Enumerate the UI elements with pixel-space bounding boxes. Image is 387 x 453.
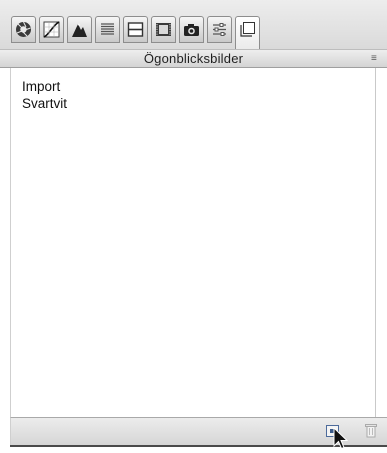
mountain-icon	[72, 23, 87, 37]
divider	[10, 445, 387, 447]
snapshot-item-import[interactable]: Import	[11, 78, 375, 95]
snapshot-item-svartvit[interactable]: Svartvit	[11, 95, 375, 112]
tab-aperture[interactable]	[11, 16, 36, 43]
tab-lens[interactable]	[151, 16, 176, 43]
tab-histogram[interactable]	[67, 16, 92, 43]
trash-icon[interactable]	[365, 423, 377, 438]
tab-presets[interactable]	[207, 16, 232, 43]
tab-snapshots[interactable]	[235, 16, 260, 50]
snapshot-icon	[240, 22, 255, 37]
tool-tab-strip	[0, 0, 387, 50]
sliders-icon	[213, 23, 226, 36]
panel-header: Ögonblicksbilder ≡	[0, 49, 387, 68]
film-icon	[156, 23, 171, 36]
panel-title: Ögonblicksbilder	[143, 51, 244, 66]
snapshot-list: Import Svartvit	[10, 68, 376, 417]
tab-detail[interactable]	[95, 16, 120, 43]
tone-curve-icon	[43, 21, 60, 38]
tab-split-toning[interactable]	[123, 16, 148, 43]
panel-menu-icon[interactable]: ≡	[371, 52, 385, 65]
aperture-icon	[16, 21, 31, 37]
tab-camera-calibration[interactable]	[179, 16, 204, 43]
lines-icon	[101, 23, 114, 35]
mouse-pointer-icon	[333, 427, 349, 450]
tab-tone-curve[interactable]	[39, 16, 64, 43]
split-panel-icon	[127, 22, 144, 37]
camera-icon	[184, 24, 199, 36]
